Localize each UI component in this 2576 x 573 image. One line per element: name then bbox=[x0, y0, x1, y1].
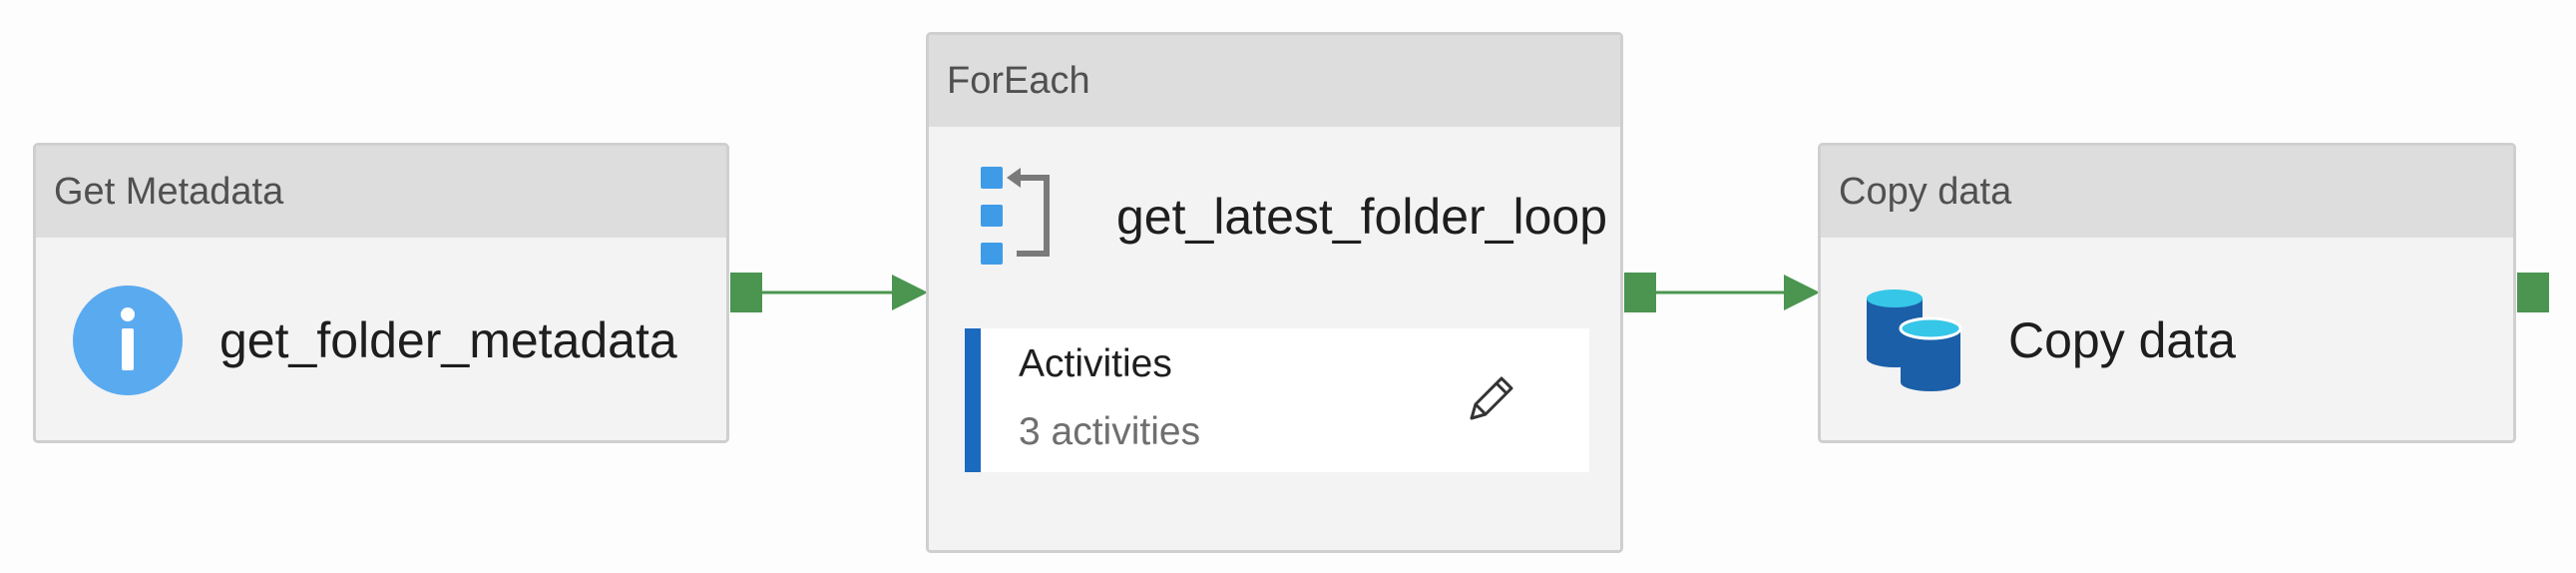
success-output-port[interactable] bbox=[1624, 273, 1656, 312]
activity-type-label: Get Metadata bbox=[36, 146, 726, 238]
get-metadata-activity[interactable]: Get Metadata get_folder_metadata bbox=[33, 143, 729, 443]
foreach-loop-icon bbox=[981, 167, 1057, 267]
activity-name: get_latest_folder_loop bbox=[1116, 189, 1608, 245]
foreach-activity[interactable]: ForEach get_latest_folder_loop Activitie… bbox=[926, 32, 1623, 553]
success-output-port[interactable] bbox=[2517, 273, 2549, 312]
pencil-icon[interactable] bbox=[1464, 372, 1517, 426]
pipeline-canvas: Get Metadata get_folder_metadata ForEach bbox=[0, 0, 2576, 573]
inner-card-accent-bar bbox=[965, 328, 981, 472]
copy-data-activity[interactable]: Copy data Copy data bbox=[1818, 143, 2516, 443]
activity-name: get_folder_metadata bbox=[219, 312, 677, 368]
success-connector-arrow[interactable] bbox=[1656, 271, 1820, 314]
activity-name: Copy data bbox=[2008, 312, 2236, 368]
inner-activities-title: Activities bbox=[1019, 342, 1172, 385]
activity-type-label: ForEach bbox=[929, 35, 1620, 127]
copy-data-icon bbox=[1867, 288, 1962, 392]
inner-activities-card[interactable]: Activities 3 activities bbox=[965, 328, 1589, 472]
success-connector-arrow[interactable] bbox=[762, 271, 928, 314]
inner-activities-count: 3 activities bbox=[1019, 410, 1201, 453]
info-icon bbox=[72, 285, 184, 396]
activity-type-label: Copy data bbox=[1821, 146, 2513, 238]
success-output-port[interactable] bbox=[730, 273, 762, 312]
